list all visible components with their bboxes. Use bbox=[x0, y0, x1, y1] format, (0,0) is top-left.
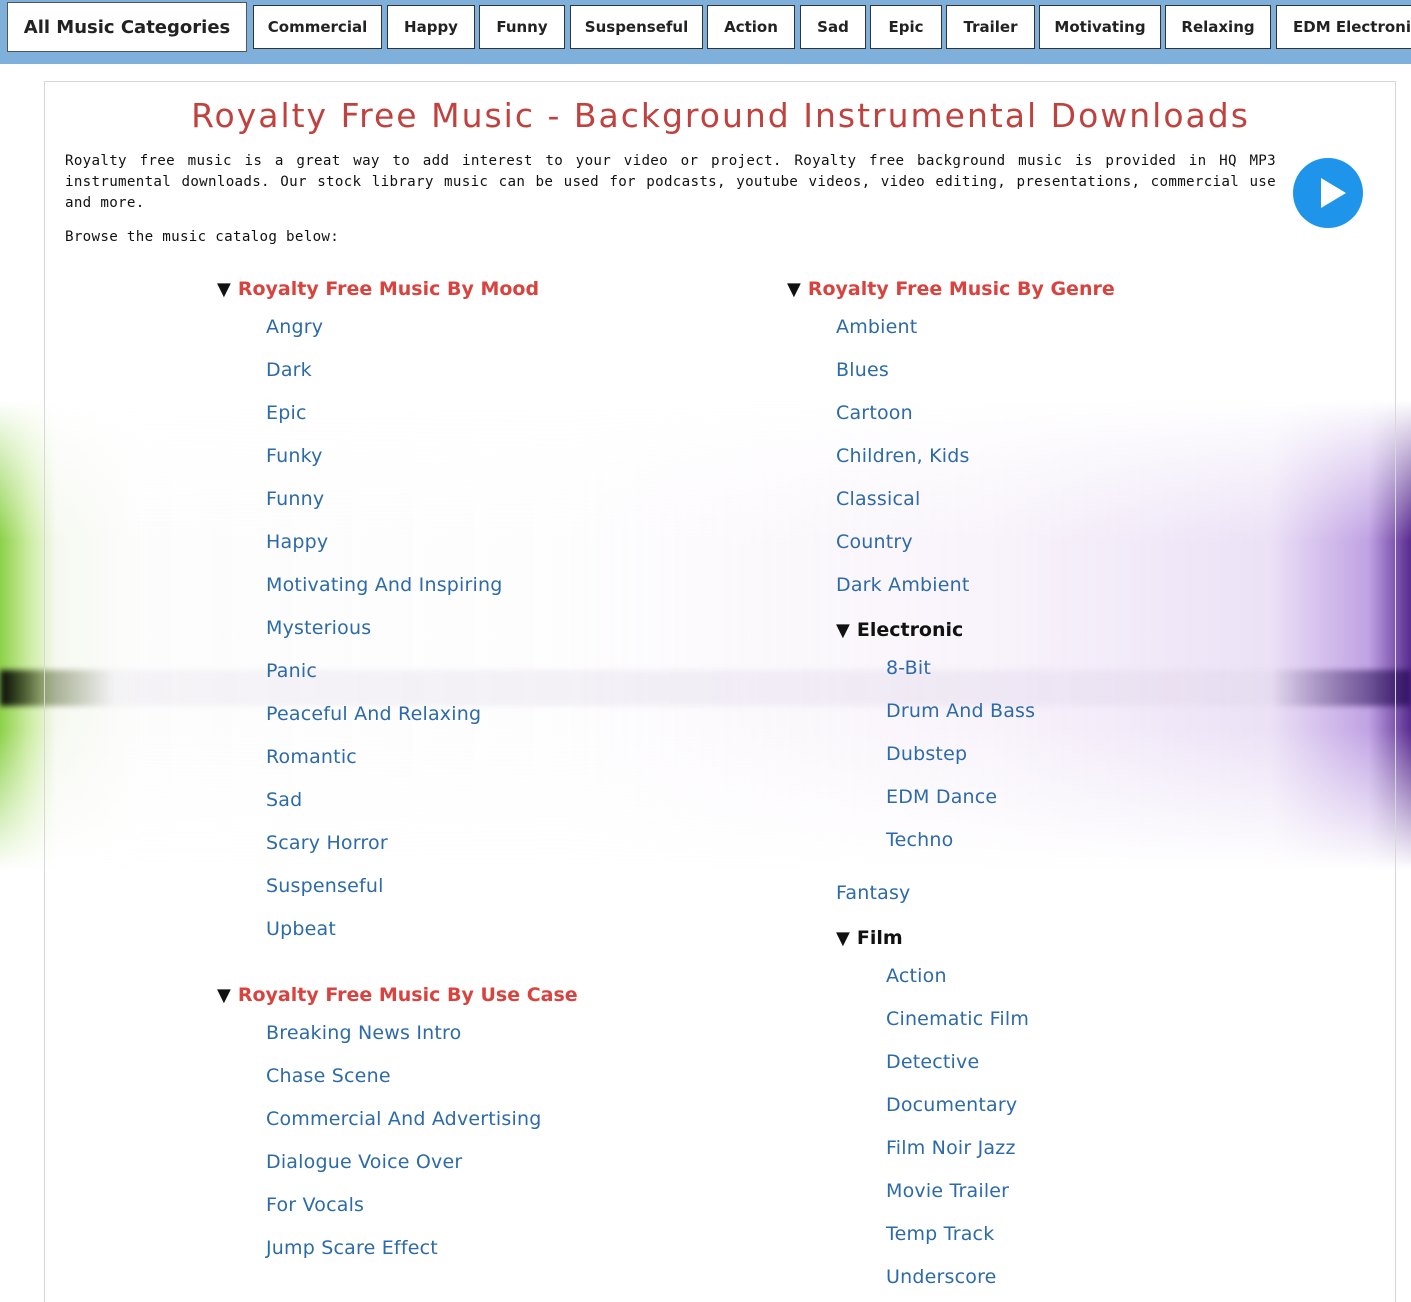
mood-link[interactable]: Panic bbox=[266, 660, 317, 682]
genre-link[interactable]: Dark Ambient bbox=[836, 574, 970, 596]
genre-link[interactable]: Ambient bbox=[836, 316, 917, 338]
mood-link[interactable]: Upbeat bbox=[266, 918, 336, 940]
nav-funny[interactable]: Funny bbox=[479, 5, 565, 49]
nav-happy[interactable]: Happy bbox=[387, 5, 475, 49]
electronic-heading-label: Electronic bbox=[856, 619, 964, 641]
electronic-link[interactable]: EDM Dance bbox=[886, 786, 997, 808]
mood-link[interactable]: Epic bbox=[266, 402, 307, 424]
film-link[interactable]: Action bbox=[886, 965, 947, 987]
collapse-triangle-icon: ▼ bbox=[787, 279, 801, 300]
film-link[interactable]: Film Noir Jazz bbox=[886, 1137, 1016, 1159]
mood-link[interactable]: Mysterious bbox=[266, 617, 371, 639]
content-panel bbox=[44, 81, 1396, 1302]
collapse-triangle-icon: ▼ bbox=[217, 985, 231, 1006]
film-heading-label: Film bbox=[856, 927, 903, 949]
nav-motivating[interactable]: Motivating bbox=[1039, 5, 1161, 49]
genre-heading[interactable]: ▼ Royalty Free Music By Genre bbox=[787, 278, 1115, 300]
mood-heading-label: Royalty Free Music By Mood bbox=[237, 278, 540, 300]
mood-link[interactable]: Dark bbox=[266, 359, 312, 381]
mood-heading[interactable]: ▼ Royalty Free Music By Mood bbox=[217, 278, 539, 300]
mood-link[interactable]: Funny bbox=[266, 488, 324, 510]
nav-epic[interactable]: Epic bbox=[870, 5, 942, 49]
genre-heading-label: Royalty Free Music By Genre bbox=[807, 278, 1115, 300]
film-link[interactable]: Detective bbox=[886, 1051, 979, 1073]
browse-text: Browse the music catalog below: bbox=[65, 229, 340, 245]
mood-link[interactable]: Motivating And Inspiring bbox=[266, 574, 503, 596]
mood-link[interactable]: Peaceful And Relaxing bbox=[266, 703, 481, 725]
mood-link[interactable]: Romantic bbox=[266, 746, 357, 768]
mood-link[interactable]: Sad bbox=[266, 789, 302, 811]
genre-link[interactable]: Classical bbox=[836, 488, 920, 510]
mood-link[interactable]: Suspenseful bbox=[266, 875, 384, 897]
usecase-link[interactable]: Jump Scare Effect bbox=[266, 1237, 438, 1259]
usecase-link[interactable]: Dialogue Voice Over bbox=[266, 1151, 462, 1173]
nav-commercial[interactable]: Commercial bbox=[253, 5, 382, 49]
electronic-link[interactable]: 8-Bit bbox=[886, 657, 931, 679]
page-title: Royalty Free Music - Background Instrume… bbox=[191, 96, 1250, 135]
usecase-link[interactable]: For Vocals bbox=[266, 1194, 364, 1216]
nav-sad[interactable]: Sad bbox=[800, 5, 866, 49]
genre-link[interactable]: Blues bbox=[836, 359, 889, 381]
nav-edm-electronic[interactable]: EDM Electronic bbox=[1276, 5, 1411, 49]
electronic-link[interactable]: Drum And Bass bbox=[886, 700, 1035, 722]
nav-suspenseful[interactable]: Suspenseful bbox=[570, 5, 703, 49]
genre-link[interactable]: Cartoon bbox=[836, 402, 913, 424]
category-nav-bar: All Music Categories Commercial Happy Fu… bbox=[0, 0, 1411, 64]
collapse-triangle-icon: ▼ bbox=[836, 620, 850, 641]
mood-link[interactable]: Scary Horror bbox=[266, 832, 388, 854]
nav-relaxing[interactable]: Relaxing bbox=[1165, 5, 1271, 49]
mood-link[interactable]: Happy bbox=[266, 531, 328, 553]
play-icon[interactable] bbox=[1293, 158, 1363, 228]
mood-link[interactable]: Angry bbox=[266, 316, 323, 338]
nav-trailer[interactable]: Trailer bbox=[946, 5, 1035, 49]
usecase-heading[interactable]: ▼ Royalty Free Music By Use Case bbox=[217, 984, 578, 1006]
electronic-heading[interactable]: ▼ Electronic bbox=[836, 619, 963, 641]
usecase-link[interactable]: Chase Scene bbox=[266, 1065, 391, 1087]
genre-link[interactable]: Children, Kids bbox=[836, 445, 970, 467]
genre-link[interactable]: Country bbox=[836, 531, 913, 553]
mood-link[interactable]: Funky bbox=[266, 445, 323, 467]
genre-link[interactable]: Fantasy bbox=[836, 882, 911, 904]
intro-text: Royalty free music is a great way to add… bbox=[65, 153, 1276, 211]
electronic-link[interactable]: Dubstep bbox=[886, 743, 967, 765]
collapse-triangle-icon: ▼ bbox=[217, 279, 231, 300]
electronic-link[interactable]: Techno bbox=[886, 829, 953, 851]
usecase-heading-label: Royalty Free Music By Use Case bbox=[237, 984, 578, 1006]
collapse-triangle-icon: ▼ bbox=[836, 928, 850, 949]
film-heading[interactable]: ▼ Film bbox=[836, 927, 903, 949]
film-link[interactable]: Movie Trailer bbox=[886, 1180, 1009, 1202]
nav-action[interactable]: Action bbox=[707, 5, 795, 49]
film-link[interactable]: Documentary bbox=[886, 1094, 1017, 1116]
usecase-link[interactable]: Breaking News Intro bbox=[266, 1022, 461, 1044]
film-link[interactable]: Temp Track bbox=[886, 1223, 994, 1245]
nav-all-music-categories[interactable]: All Music Categories bbox=[7, 2, 247, 52]
film-link[interactable]: Cinematic Film bbox=[886, 1008, 1029, 1030]
usecase-link[interactable]: Commercial And Advertising bbox=[266, 1108, 542, 1130]
